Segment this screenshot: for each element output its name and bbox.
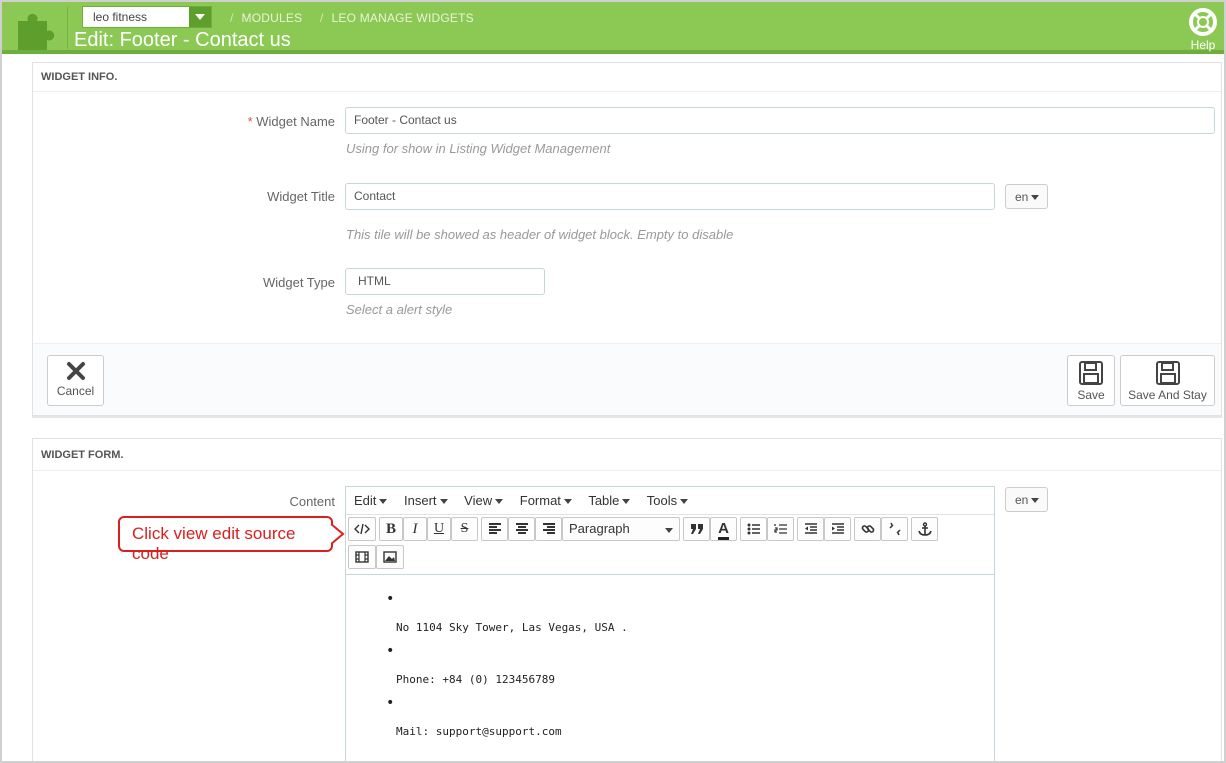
align-right-icon <box>542 523 555 534</box>
unlink-icon <box>888 522 901 536</box>
widget-title-input[interactable]: Contact <box>345 183 995 210</box>
menu-tools[interactable]: Tools <box>647 493 689 508</box>
align-center-button[interactable] <box>508 517 535 541</box>
blockquote-button[interactable] <box>683 517 710 541</box>
content-mail: Mail: support@support.com <box>396 725 562 738</box>
align-left-icon <box>488 523 501 534</box>
bullet-list-icon <box>747 523 760 535</box>
code-icon <box>354 523 370 535</box>
film-icon <box>355 551 369 563</box>
widget-form-panel: WIDGET FORM. Content en Edit Insert View… <box>32 438 1222 763</box>
breadcrumb-modules[interactable]: / MODULES <box>230 11 302 25</box>
insert-link-button[interactable] <box>854 517 881 541</box>
widget-name-help: Using for show in Listing Widget Managem… <box>346 141 611 156</box>
numbered-list-icon <box>773 524 787 534</box>
link-icon <box>861 525 874 533</box>
insert-video-button[interactable] <box>348 545 376 569</box>
strikethrough-button[interactable]: S <box>451 517 478 541</box>
list-bullet: • <box>386 695 395 711</box>
help-button[interactable]: Help <box>1188 8 1218 52</box>
caret-down-icon <box>1031 195 1040 201</box>
rich-text-editor: Edit Insert View Format Table Tools B I … <box>345 486 995 763</box>
list-bullet: • <box>386 643 395 659</box>
anchor-button[interactable] <box>911 517 938 541</box>
cancel-button[interactable]: Cancel <box>47 355 104 406</box>
indent-icon <box>831 523 844 534</box>
list-bullet: • <box>386 591 395 607</box>
save-and-stay-button[interactable]: Save And Stay <box>1120 355 1215 406</box>
bold-button[interactable]: B <box>379 517 403 541</box>
numbered-list-button[interactable] <box>767 517 794 541</box>
menu-insert[interactable]: Insert <box>404 493 448 508</box>
align-center-icon <box>515 523 528 534</box>
shop-select[interactable]: leo fitness <box>82 6 212 28</box>
format-select[interactable]: Paragraph <box>562 517 680 541</box>
quote-icon <box>690 524 703 534</box>
content-lang-button[interactable]: en <box>1005 487 1048 512</box>
outdent-button[interactable] <box>797 517 824 541</box>
menu-view[interactable]: View <box>464 493 504 508</box>
caret-down-icon <box>665 528 673 533</box>
close-icon <box>66 362 85 380</box>
editor-menubar: Edit Insert View Format Table Tools <box>346 487 994 515</box>
source-code-button[interactable] <box>348 517 376 541</box>
page-title: Edit: Footer - Contact us <box>74 29 291 51</box>
header-divider <box>67 7 68 49</box>
insert-image-button[interactable] <box>376 545 404 569</box>
lifebuoy-icon <box>1189 8 1217 36</box>
widget-info-panel: WIDGET INFO. * Widget Name Footer - Cont… <box>32 62 1222 416</box>
widget-info-footer: Cancel Save Save And Stay <box>33 343 1221 415</box>
callout-text: Click view edit source code <box>118 516 333 563</box>
content-label: Content <box>289 494 335 509</box>
widget-type-label: Widget Type <box>262 275 335 290</box>
widget-form-heading: WIDGET FORM. <box>33 439 1221 471</box>
indent-button[interactable] <box>824 517 851 541</box>
content-address: No 1104 Sky Tower, Las Vegas, USA . <box>396 621 628 634</box>
widget-name-label: * Widget Name <box>247 114 335 129</box>
puzzle-logo-icon <box>18 13 55 51</box>
save-button[interactable]: Save <box>1067 355 1115 406</box>
underline-button[interactable]: U <box>427 517 451 541</box>
help-label: Help <box>1190 38 1216 52</box>
content-phone: Phone: +84 (0) 123456789 <box>396 673 555 686</box>
breadcrumb-leo-manage-widgets[interactable]: / LEO MANAGE WIDGETS <box>320 11 474 25</box>
align-left-button[interactable] <box>481 517 508 541</box>
anchor-icon <box>917 522 932 536</box>
widget-type-help: Select a alert style <box>346 302 453 317</box>
widget-type-select[interactable]: HTML <box>345 268 545 295</box>
text-color-icon: A <box>718 520 729 540</box>
unlink-button[interactable] <box>881 517 908 541</box>
menu-format[interactable]: Format <box>520 493 572 508</box>
bullet-list-button[interactable] <box>740 517 767 541</box>
menu-edit[interactable]: Edit <box>354 493 388 508</box>
widget-info-heading: WIDGET INFO. <box>33 63 1221 92</box>
caret-down-icon <box>1031 498 1040 504</box>
chevron-down-icon[interactable] <box>189 7 211 27</box>
callout-pointer <box>331 524 345 544</box>
floppy-disk-icon <box>1155 361 1180 385</box>
widget-title-lang-button[interactable]: en <box>1005 184 1048 209</box>
shop-select-value: leo fitness <box>93 10 148 24</box>
text-color-button[interactable]: A <box>710 517 737 541</box>
widget-name-input[interactable]: Footer - Contact us <box>345 107 1215 134</box>
annotation-callout: Click view edit source code <box>118 516 345 563</box>
image-icon <box>383 551 397 563</box>
widget-title-help: This tile will be showed as header of wi… <box>346 227 734 242</box>
align-right-button[interactable] <box>535 517 562 541</box>
outdent-icon <box>804 523 817 534</box>
admin-header: leo fitness / MODULES / LEO MANAGE WIDGETS… <box>2 2 1224 54</box>
menu-table[interactable]: Table <box>588 493 631 508</box>
editor-toolbar: B I U S Paragraph A <box>346 515 994 575</box>
italic-button[interactable]: I <box>403 517 427 541</box>
floppy-disk-icon <box>1079 361 1103 385</box>
widget-title-label: Widget Title <box>267 189 335 204</box>
